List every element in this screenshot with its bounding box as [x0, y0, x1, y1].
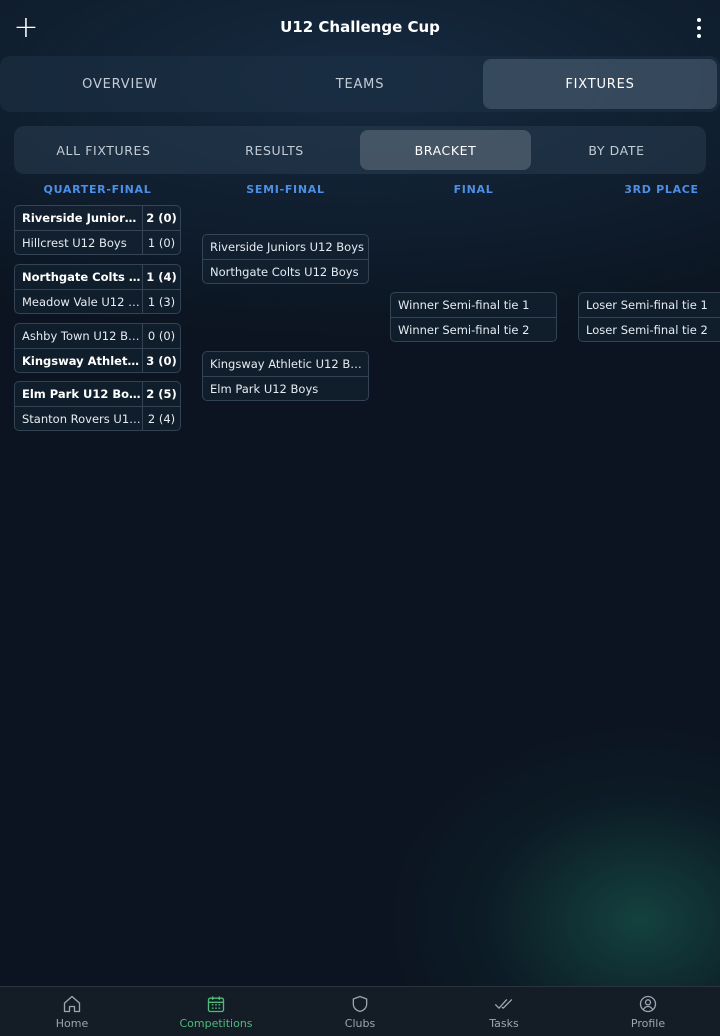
team-score: 1 (0) — [142, 231, 180, 254]
team-score: 0 (0) — [142, 324, 180, 348]
team-score: 2 (0) — [142, 206, 180, 230]
tab-teams[interactable]: TEAMS — [243, 59, 477, 109]
team-name: Kingsway Athletic U12 Boys — [22, 353, 142, 368]
team-name: Elm Park U12 Boys — [22, 387, 142, 401]
team-name: Northgate Colts U12 Boys — [22, 270, 142, 284]
round-header-final: FINAL — [453, 183, 494, 196]
tab-by-date[interactable]: BY DATE — [531, 130, 702, 170]
match-row-away: Northgate Colts U12 Boys — [203, 259, 368, 283]
round-header-3rd-place: 3RD PLACE — [624, 183, 699, 196]
round-header-quarter-final: QUARTER-FINAL — [43, 183, 152, 196]
match-card-3rd-place[interactable]: Loser Semi-final tie 1 Loser Semi-final … — [578, 292, 720, 342]
tab-bracket[interactable]: BRACKET — [360, 130, 531, 170]
team-score: 3 (0) — [142, 349, 180, 372]
nav-item-profile[interactable]: Profile — [576, 987, 720, 1036]
match-card-qf-2[interactable]: Northgate Colts U12 Boys 1 (4) Meadow Va… — [14, 264, 181, 314]
match-row-away: Meadow Vale U12 Boys 1 (3) — [15, 289, 180, 313]
app-header: + U12 Challenge Cup — [0, 0, 720, 56]
calendar-icon — [207, 996, 225, 1012]
more-options-icon[interactable] — [692, 16, 706, 40]
round-header-semi-final: SEMI-FINAL — [246, 183, 325, 196]
nav-item-label: Competitions — [179, 1016, 253, 1030]
match-card-final[interactable]: Winner Semi-final tie 1 Winner Semi-fina… — [390, 292, 557, 342]
match-row-away: Stanton Rovers U12 Boys 2 (4) — [15, 406, 180, 430]
match-card-qf-4[interactable]: Elm Park U12 Boys 2 (5) Stanton Rovers U… — [14, 381, 181, 431]
sub-tabs: ALL FIXTURES RESULTS BRACKET BY DATE — [14, 126, 706, 174]
main-tabs: OVERVIEW TEAMS FIXTURES — [0, 56, 720, 112]
match-row-home: Northgate Colts U12 Boys 1 (4) — [15, 265, 180, 289]
user-circle-icon — [639, 995, 657, 1012]
team-name: Elm Park U12 Boys — [210, 381, 319, 396]
nav-item-label: Clubs — [344, 1016, 376, 1030]
team-name: Kingsway Athletic U12 Boys — [210, 357, 368, 371]
team-name: Northgate Colts U12 Boys — [210, 264, 359, 279]
team-name: Riverside Juniors U12 Boys — [22, 211, 142, 225]
team-name: Loser Semi-final tie 2 — [586, 322, 708, 337]
match-row-away: Hillcrest U12 Boys 1 (0) — [15, 230, 180, 254]
match-row-away: Elm Park U12 Boys — [203, 376, 368, 400]
match-row-away: Kingsway Athletic U12 Boys 3 (0) — [15, 348, 180, 372]
tab-overview[interactable]: OVERVIEW — [3, 59, 237, 109]
match-row-home: Elm Park U12 Boys 2 (5) — [15, 382, 180, 406]
nav-item-label: Profile — [630, 1016, 666, 1030]
double-check-icon — [495, 998, 513, 1009]
team-name: Loser Semi-final tie 1 — [586, 298, 708, 312]
team-score: 2 (4) — [142, 407, 180, 430]
match-row-home: Ashby Town U12 Boys 0 (0) — [15, 324, 180, 348]
nav-item-tasks[interactable]: Tasks — [432, 987, 576, 1036]
team-name: Ashby Town U12 Boys — [22, 329, 142, 343]
tab-all-fixtures[interactable]: ALL FIXTURES — [18, 130, 189, 170]
team-name: Riverside Juniors U12 Boys — [210, 240, 365, 254]
match-row-home: Riverside Juniors U12 Boys — [203, 235, 368, 259]
match-row-home: Riverside Juniors U12 Boys 2 (0) — [15, 206, 180, 230]
nav-item-label: Home — [55, 1016, 89, 1030]
nav-item-clubs[interactable]: Clubs — [288, 987, 432, 1036]
team-score: 2 (5) — [142, 382, 180, 406]
match-card-qf-3[interactable]: Ashby Town U12 Boys 0 (0) Kingsway Athle… — [14, 323, 181, 373]
team-score: 1 (3) — [142, 290, 180, 313]
team-name: Hillcrest U12 Boys — [22, 235, 127, 250]
nav-item-label: Tasks — [489, 1016, 519, 1030]
match-row-home: Kingsway Athletic U12 Boys — [203, 352, 368, 376]
match-card-qf-1[interactable]: Riverside Juniors U12 Boys 2 (0) Hillcre… — [14, 205, 181, 255]
team-name: Meadow Vale U12 Boys — [22, 294, 142, 309]
match-card-sf-1[interactable]: Riverside Juniors U12 Boys Northgate Col… — [202, 234, 369, 284]
team-name: Winner Semi-final tie 1 — [398, 298, 530, 312]
match-row-home: Loser Semi-final tie 1 — [579, 293, 720, 317]
match-row-away: Loser Semi-final tie 2 — [579, 317, 720, 341]
tab-fixtures[interactable]: FIXTURES — [483, 59, 717, 109]
match-row-home: Winner Semi-final tie 1 — [391, 293, 556, 317]
bottom-nav: Home Competitions Clubs Tasks Profile — [0, 986, 720, 1036]
match-card-sf-2[interactable]: Kingsway Athletic U12 Boys Elm Park U12 … — [202, 351, 369, 401]
team-score: 1 (4) — [142, 265, 180, 289]
nav-item-home[interactable]: Home — [0, 987, 144, 1036]
team-name: Stanton Rovers U12 Boys — [22, 411, 142, 426]
nav-item-competitions[interactable]: Competitions — [144, 987, 288, 1036]
home-icon — [63, 995, 81, 1012]
team-name: Winner Semi-final tie 2 — [398, 322, 530, 337]
tab-results[interactable]: RESULTS — [189, 130, 360, 170]
match-row-away: Winner Semi-final tie 2 — [391, 317, 556, 341]
shield-icon — [352, 995, 368, 1012]
page-title: U12 Challenge Cup — [280, 18, 440, 36]
